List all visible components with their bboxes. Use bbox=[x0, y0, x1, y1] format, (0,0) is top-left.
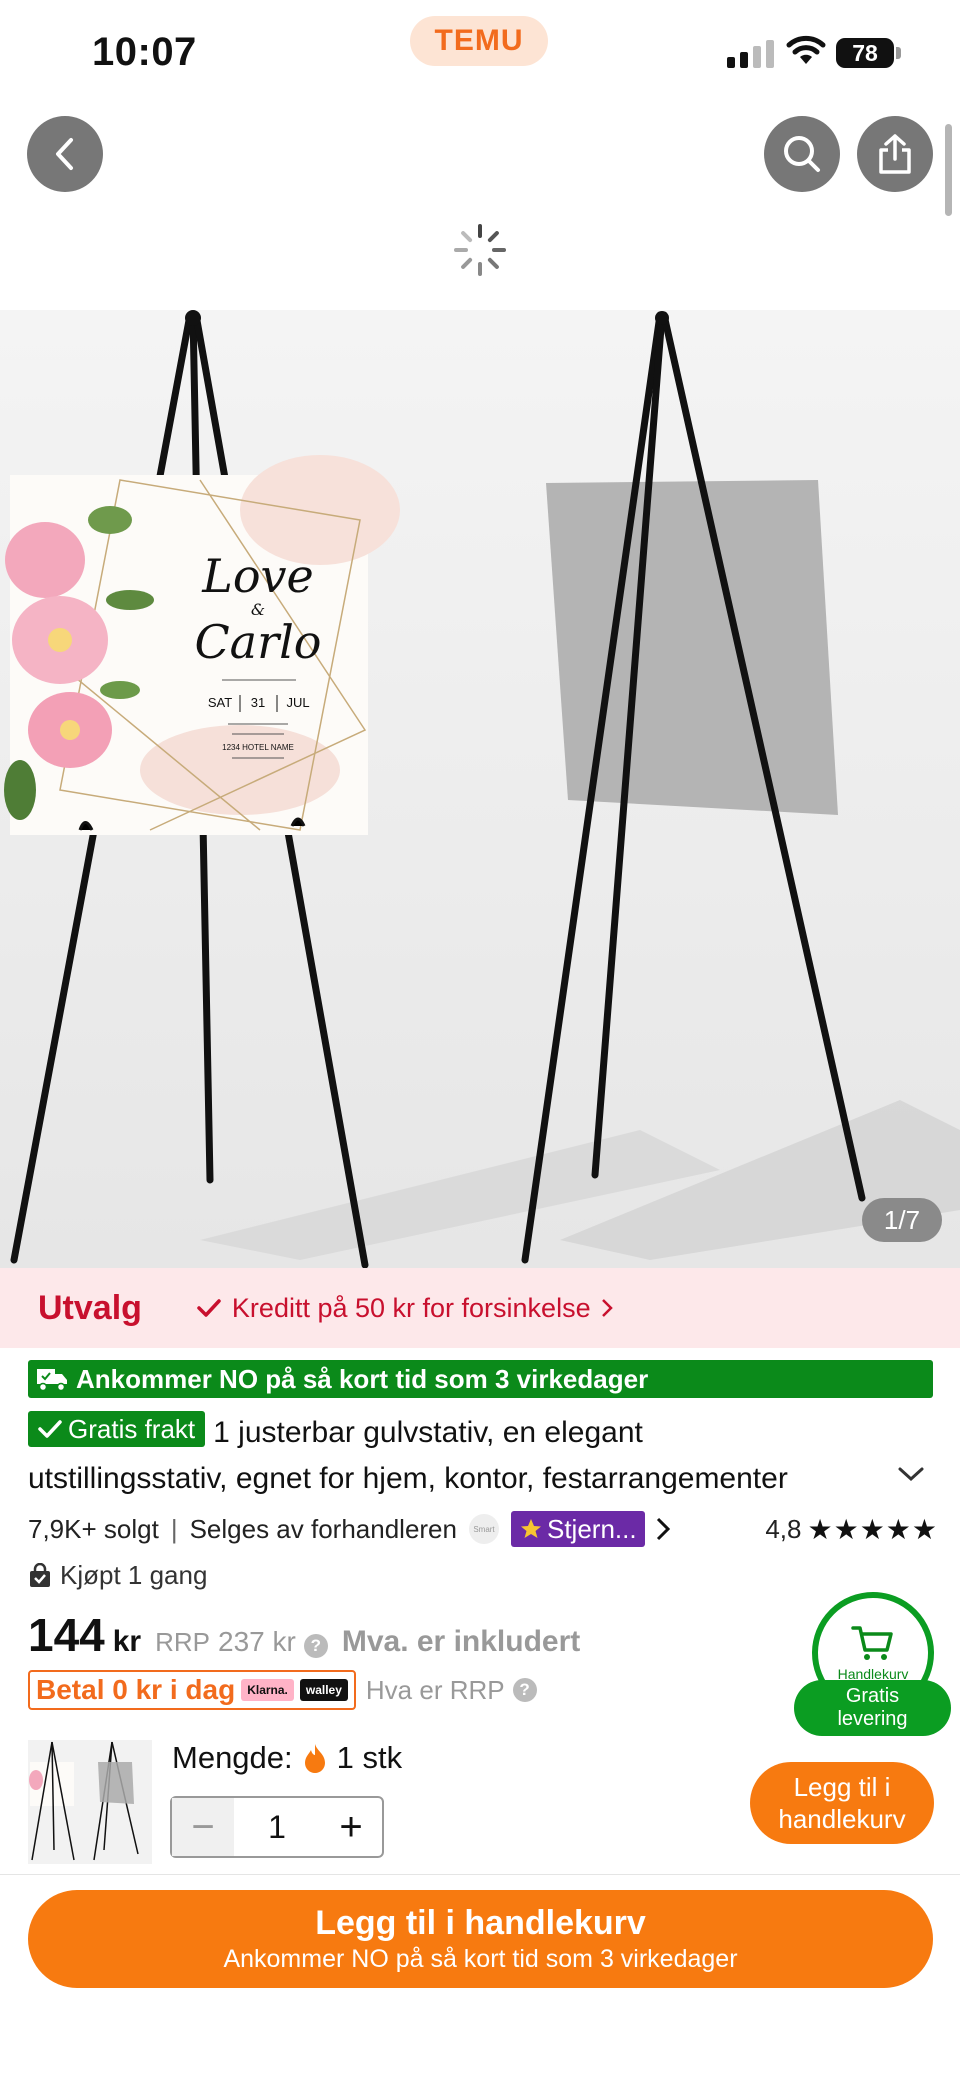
divider bbox=[0, 1874, 960, 1875]
bought-count: Kjøpt 1 gang bbox=[60, 1560, 208, 1590]
rating-summary[interactable]: 4,8 ★★★★★ bbox=[765, 1513, 938, 1546]
invitation-month: JUL bbox=[286, 695, 309, 710]
quantity-stepper[interactable]: − 1 + bbox=[170, 1796, 384, 1858]
price-amount: 144 bbox=[28, 1609, 105, 1661]
status-bar: 10:07 TEMU 78 bbox=[0, 0, 960, 100]
title-text-2: utstillingsstativ, egnet for hjem, konto… bbox=[28, 1462, 788, 1495]
quantity-label-row: Mengde: 1 stk bbox=[172, 1740, 402, 1776]
bought-row: Kjøpt 1 gang bbox=[28, 1560, 207, 1591]
easel-photo: Love & Carlo SAT 31 JUL 1234 HOTEL NAME bbox=[0, 310, 960, 1268]
title-text-1: 1 justerbar gulvstativ, en elegant bbox=[213, 1416, 643, 1449]
battery-cap bbox=[896, 47, 901, 59]
temu-badge-text: TEMU bbox=[434, 24, 524, 57]
share-button[interactable] bbox=[857, 116, 933, 192]
add-to-cart-title: Legg til i handlekurv bbox=[315, 1904, 646, 1942]
sold-by-label[interactable]: Selges av forhandleren bbox=[190, 1514, 457, 1545]
product-title[interactable]: Gratis frakt 1 justerbar gulvstativ, en … bbox=[28, 1410, 888, 1502]
clock: 10:07 bbox=[92, 30, 197, 74]
separator: | bbox=[170, 1513, 178, 1544]
arrival-banner-text: Ankommer NO på så kort tid som 3 virkeda… bbox=[76, 1363, 649, 1394]
shopping-cart-icon bbox=[851, 1626, 893, 1660]
vat-note: Mva. er inkludert bbox=[341, 1625, 581, 1658]
invitation-date: 31 bbox=[251, 695, 265, 710]
seller-logo[interactable]: Smart bbox=[468, 1514, 499, 1544]
thumbnail-image bbox=[28, 1740, 152, 1864]
battery-level: 78 bbox=[852, 39, 878, 66]
image-counter: 1/7 bbox=[862, 1198, 942, 1242]
add-small-line-2: handlekurv bbox=[778, 1804, 906, 1834]
search-icon bbox=[784, 136, 820, 172]
free-delivery-line-2: levering bbox=[837, 1708, 908, 1730]
delay-credit-text: Kreditt på 50 kr for forsinkelse bbox=[231, 1292, 591, 1323]
invitation-name-1: Love bbox=[201, 549, 313, 603]
what-is-rrp-link[interactable]: Hva er RRP ? bbox=[366, 1675, 537, 1706]
product-thumbnail[interactable] bbox=[28, 1740, 152, 1864]
arrival-banner: Ankommer NO på så kort tid som 3 virkeda… bbox=[28, 1360, 933, 1398]
free-delivery-badge: Gratis levering bbox=[794, 1680, 951, 1736]
invitation-day: SAT bbox=[208, 695, 232, 710]
utvalg-tag: Utvalg bbox=[38, 1288, 142, 1327]
star-seller-badge[interactable]: Stjern... bbox=[510, 1511, 645, 1547]
quantity-label: Mengde: bbox=[172, 1740, 293, 1775]
seller-logo-text: Smart bbox=[473, 1524, 495, 1534]
chevron-right-icon[interactable] bbox=[653, 1515, 673, 1543]
add-small-line-1: Legg til i bbox=[793, 1772, 891, 1802]
temu-app-badge[interactable]: TEMU bbox=[410, 16, 548, 66]
fire-icon bbox=[304, 1744, 325, 1773]
add-to-cart-small-button[interactable]: Legg til i handlekurv bbox=[750, 1762, 934, 1844]
rrp-label: RRP bbox=[155, 1627, 211, 1657]
quantity-value[interactable]: 1 bbox=[234, 1809, 320, 1846]
pay-later-text: Betal 0 kr i dag bbox=[36, 1674, 236, 1705]
price-currency: kr bbox=[112, 1625, 142, 1658]
delay-credit-link[interactable]: Kreditt på 50 kr for forsinkelse bbox=[196, 1293, 613, 1324]
price-row: 144 kr RRP 237 kr ? Mva. er inkludert bbox=[28, 1608, 580, 1662]
chevron-right-icon bbox=[601, 1299, 613, 1317]
rating-value: 4,8 bbox=[765, 1513, 802, 1544]
cellular-signal-icon bbox=[727, 38, 774, 68]
scrollbar-thumb[interactable] bbox=[945, 124, 952, 216]
payment-row: Betal 0 kr i dag Klarna. walley Hva er R… bbox=[28, 1670, 537, 1710]
free-shipping-text: Gratis frakt bbox=[68, 1414, 196, 1444]
battery-icon: 78 bbox=[836, 38, 894, 68]
wifi-icon bbox=[786, 35, 826, 64]
rrp-value: 237 kr bbox=[218, 1626, 296, 1657]
check-icon bbox=[197, 1299, 221, 1317]
expand-title-chevron-icon[interactable] bbox=[896, 1464, 926, 1484]
add-to-cart-button[interactable]: Legg til i handlekurv Ankommer NO på så … bbox=[28, 1890, 933, 1988]
shopping-bag-icon bbox=[30, 1562, 50, 1587]
star-icon bbox=[520, 1519, 541, 1538]
invitation-venue: 1234 HOTEL NAME bbox=[222, 743, 294, 752]
add-to-cart-subtitle: Ankommer NO på så kort tid som 3 virkeda… bbox=[223, 1945, 738, 1973]
increase-quantity-button[interactable]: + bbox=[320, 1798, 382, 1856]
walley-logo: walley bbox=[299, 1679, 348, 1701]
what-is-rrp-text: Hva er RRP bbox=[365, 1674, 505, 1705]
product-image-gallery[interactable]: Love & Carlo SAT 31 JUL 1234 HOTEL NAME bbox=[0, 310, 960, 1268]
klarna-logo: Klarna. bbox=[241, 1679, 294, 1701]
rating-stars-icon: ★★★★★ bbox=[807, 1513, 938, 1545]
chevron-left-icon bbox=[56, 138, 73, 170]
check-icon bbox=[38, 1420, 62, 1438]
sold-count: 7,9K+ solgt bbox=[28, 1513, 159, 1544]
free-shipping-badge: Gratis frakt bbox=[28, 1411, 206, 1447]
pay-later-badge[interactable]: Betal 0 kr i dag Klarna. walley bbox=[28, 1670, 356, 1710]
invitation-name-2: Carlo bbox=[194, 615, 321, 669]
share-icon bbox=[879, 134, 911, 174]
delivery-truck-icon bbox=[37, 1369, 67, 1392]
stock-count: 1 stk bbox=[336, 1740, 403, 1775]
add-small-label: Legg til i handlekurv bbox=[778, 1771, 905, 1835]
title-line-1: Gratis frakt 1 justerbar gulvstativ, en … bbox=[28, 1410, 888, 1456]
back-button[interactable] bbox=[27, 116, 103, 192]
loading-spinner-icon bbox=[454, 224, 506, 276]
search-button[interactable] bbox=[764, 116, 840, 192]
decrease-quantity-button[interactable]: − bbox=[172, 1798, 234, 1856]
rrp-info-icon[interactable]: ? bbox=[303, 1634, 328, 1658]
promo-strip[interactable]: Utvalg Kreditt på 50 kr for forsinkelse bbox=[0, 1268, 960, 1348]
question-icon: ? bbox=[512, 1678, 537, 1702]
free-delivery-line-1: Gratis bbox=[845, 1685, 900, 1707]
star-seller-text: Stjern... bbox=[546, 1513, 637, 1544]
sales-seller-row: 7,9K+ solgt | Selges av forhandleren Sma… bbox=[28, 1508, 938, 1550]
